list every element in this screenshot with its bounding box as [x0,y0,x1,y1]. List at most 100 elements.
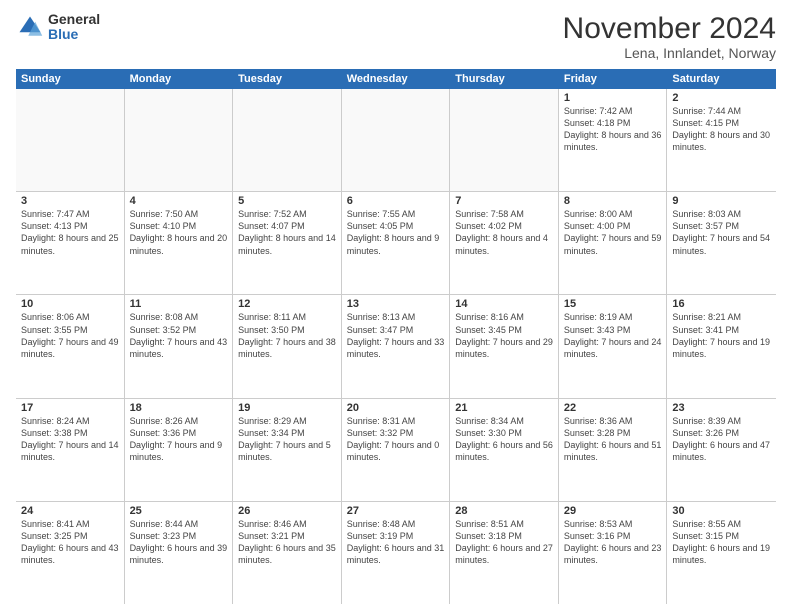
main-title: November 2024 [563,12,776,45]
day-detail: Sunrise: 8:53 AM Sunset: 3:16 PM Dayligh… [564,518,662,567]
cal-cell-r1-c0: 3Sunrise: 7:47 AM Sunset: 4:13 PM Daylig… [16,192,125,294]
cal-cell-r0-c1 [125,89,234,191]
day-detail: Sunrise: 8:21 AM Sunset: 3:41 PM Dayligh… [672,311,771,360]
cal-cell-r1-c2: 5Sunrise: 7:52 AM Sunset: 4:07 PM Daylig… [233,192,342,294]
day-number: 22 [564,402,662,414]
day-number: 7 [455,195,553,207]
day-number: 16 [672,298,771,310]
day-detail: Sunrise: 7:52 AM Sunset: 4:07 PM Dayligh… [238,208,336,257]
day-detail: Sunrise: 8:48 AM Sunset: 3:19 PM Dayligh… [347,518,445,567]
day-number: 29 [564,505,662,517]
header-tuesday: Tuesday [233,69,342,89]
cal-row-0: 1Sunrise: 7:42 AM Sunset: 4:18 PM Daylig… [16,89,776,192]
day-detail: Sunrise: 8:39 AM Sunset: 3:26 PM Dayligh… [672,415,771,464]
day-detail: Sunrise: 8:06 AM Sunset: 3:55 PM Dayligh… [21,311,119,360]
logo-blue-label: Blue [48,27,100,42]
day-detail: Sunrise: 8:03 AM Sunset: 3:57 PM Dayligh… [672,208,771,257]
calendar-body: 1Sunrise: 7:42 AM Sunset: 4:18 PM Daylig… [16,89,776,604]
cal-cell-r2-c5: 15Sunrise: 8:19 AM Sunset: 3:43 PM Dayli… [559,295,668,397]
cal-row-3: 17Sunrise: 8:24 AM Sunset: 3:38 PM Dayli… [16,399,776,502]
cal-cell-r3-c0: 17Sunrise: 8:24 AM Sunset: 3:38 PM Dayli… [16,399,125,501]
day-number: 8 [564,195,662,207]
day-detail: Sunrise: 8:36 AM Sunset: 3:28 PM Dayligh… [564,415,662,464]
header-sunday: Sunday [16,69,125,89]
calendar: Sunday Monday Tuesday Wednesday Thursday… [16,69,776,604]
cal-cell-r0-c6: 2Sunrise: 7:44 AM Sunset: 4:15 PM Daylig… [667,89,776,191]
cal-cell-r2-c3: 13Sunrise: 8:13 AM Sunset: 3:47 PM Dayli… [342,295,451,397]
day-number: 5 [238,195,336,207]
day-number: 2 [672,92,771,104]
day-number: 3 [21,195,119,207]
day-detail: Sunrise: 8:31 AM Sunset: 3:32 PM Dayligh… [347,415,445,464]
day-detail: Sunrise: 8:51 AM Sunset: 3:18 PM Dayligh… [455,518,553,567]
day-number: 9 [672,195,771,207]
header-thursday: Thursday [450,69,559,89]
day-number: 1 [564,92,662,104]
logo-icon [16,13,44,41]
cal-cell-r4-c5: 29Sunrise: 8:53 AM Sunset: 3:16 PM Dayli… [559,502,668,604]
calendar-header: Sunday Monday Tuesday Wednesday Thursday… [16,69,776,89]
cal-row-1: 3Sunrise: 7:47 AM Sunset: 4:13 PM Daylig… [16,192,776,295]
cal-cell-r0-c2 [233,89,342,191]
day-detail: Sunrise: 8:55 AM Sunset: 3:15 PM Dayligh… [672,518,771,567]
cal-cell-r4-c4: 28Sunrise: 8:51 AM Sunset: 3:18 PM Dayli… [450,502,559,604]
cal-cell-r0-c5: 1Sunrise: 7:42 AM Sunset: 4:18 PM Daylig… [559,89,668,191]
day-detail: Sunrise: 7:44 AM Sunset: 4:15 PM Dayligh… [672,105,771,154]
day-detail: Sunrise: 8:19 AM Sunset: 3:43 PM Dayligh… [564,311,662,360]
cal-cell-r4-c3: 27Sunrise: 8:48 AM Sunset: 3:19 PM Dayli… [342,502,451,604]
title-block: November 2024 Lena, Innlandet, Norway [563,12,776,61]
cal-cell-r2-c0: 10Sunrise: 8:06 AM Sunset: 3:55 PM Dayli… [16,295,125,397]
day-detail: Sunrise: 8:24 AM Sunset: 3:38 PM Dayligh… [21,415,119,464]
day-detail: Sunrise: 7:55 AM Sunset: 4:05 PM Dayligh… [347,208,445,257]
cal-cell-r3-c2: 19Sunrise: 8:29 AM Sunset: 3:34 PM Dayli… [233,399,342,501]
day-detail: Sunrise: 8:00 AM Sunset: 4:00 PM Dayligh… [564,208,662,257]
cal-cell-r0-c3 [342,89,451,191]
day-number: 15 [564,298,662,310]
day-number: 10 [21,298,119,310]
header-saturday: Saturday [667,69,776,89]
cal-cell-r3-c6: 23Sunrise: 8:39 AM Sunset: 3:26 PM Dayli… [667,399,776,501]
cal-cell-r4-c2: 26Sunrise: 8:46 AM Sunset: 3:21 PM Dayli… [233,502,342,604]
logo-text: General Blue [48,12,100,43]
cal-cell-r4-c1: 25Sunrise: 8:44 AM Sunset: 3:23 PM Dayli… [125,502,234,604]
day-number: 11 [130,298,228,310]
day-detail: Sunrise: 8:34 AM Sunset: 3:30 PM Dayligh… [455,415,553,464]
cal-cell-r3-c5: 22Sunrise: 8:36 AM Sunset: 3:28 PM Dayli… [559,399,668,501]
cal-cell-r1-c5: 8Sunrise: 8:00 AM Sunset: 4:00 PM Daylig… [559,192,668,294]
day-detail: Sunrise: 8:29 AM Sunset: 3:34 PM Dayligh… [238,415,336,464]
cal-cell-r1-c1: 4Sunrise: 7:50 AM Sunset: 4:10 PM Daylig… [125,192,234,294]
day-detail: Sunrise: 8:11 AM Sunset: 3:50 PM Dayligh… [238,311,336,360]
day-number: 6 [347,195,445,207]
day-detail: Sunrise: 8:41 AM Sunset: 3:25 PM Dayligh… [21,518,119,567]
cal-cell-r3-c4: 21Sunrise: 8:34 AM Sunset: 3:30 PM Dayli… [450,399,559,501]
day-number: 4 [130,195,228,207]
day-number: 14 [455,298,553,310]
day-detail: Sunrise: 8:26 AM Sunset: 3:36 PM Dayligh… [130,415,228,464]
header-monday: Monday [125,69,234,89]
day-detail: Sunrise: 7:50 AM Sunset: 4:10 PM Dayligh… [130,208,228,257]
day-detail: Sunrise: 8:08 AM Sunset: 3:52 PM Dayligh… [130,311,228,360]
day-number: 30 [672,505,771,517]
day-detail: Sunrise: 8:44 AM Sunset: 3:23 PM Dayligh… [130,518,228,567]
header-wednesday: Wednesday [342,69,451,89]
day-number: 27 [347,505,445,517]
day-number: 17 [21,402,119,414]
cal-cell-r2-c2: 12Sunrise: 8:11 AM Sunset: 3:50 PM Dayli… [233,295,342,397]
day-number: 21 [455,402,553,414]
cal-row-4: 24Sunrise: 8:41 AM Sunset: 3:25 PM Dayli… [16,502,776,604]
cal-cell-r4-c0: 24Sunrise: 8:41 AM Sunset: 3:25 PM Dayli… [16,502,125,604]
cal-cell-r1-c3: 6Sunrise: 7:55 AM Sunset: 4:05 PM Daylig… [342,192,451,294]
day-detail: Sunrise: 8:13 AM Sunset: 3:47 PM Dayligh… [347,311,445,360]
cal-cell-r0-c0 [16,89,125,191]
header: General Blue November 2024 Lena, Innland… [16,12,776,61]
day-number: 13 [347,298,445,310]
page: General Blue November 2024 Lena, Innland… [0,0,792,612]
cal-cell-r2-c1: 11Sunrise: 8:08 AM Sunset: 3:52 PM Dayli… [125,295,234,397]
cal-row-2: 10Sunrise: 8:06 AM Sunset: 3:55 PM Dayli… [16,295,776,398]
day-detail: Sunrise: 7:42 AM Sunset: 4:18 PM Dayligh… [564,105,662,154]
logo-general-label: General [48,12,100,27]
day-number: 19 [238,402,336,414]
header-friday: Friday [559,69,668,89]
subtitle: Lena, Innlandet, Norway [563,45,776,61]
day-detail: Sunrise: 8:16 AM Sunset: 3:45 PM Dayligh… [455,311,553,360]
